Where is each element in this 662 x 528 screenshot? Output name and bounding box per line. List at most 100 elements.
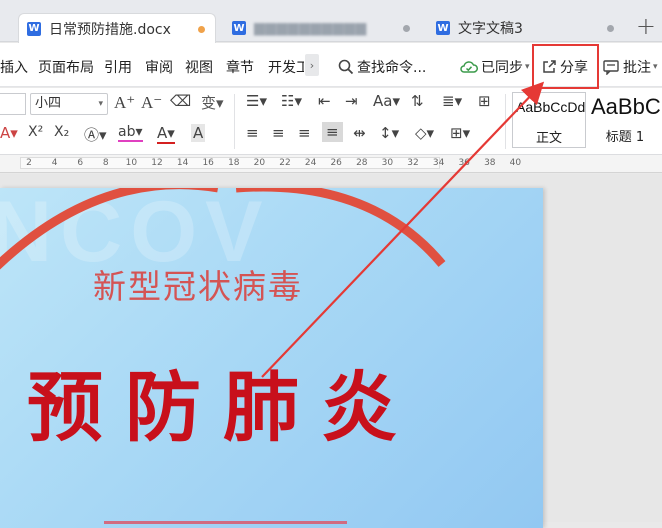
ruler-tick-label: 38 <box>484 158 496 168</box>
shrink-font-icon[interactable]: A⁻ <box>141 93 162 113</box>
doc-subtitle: 新型冠状病毒 <box>93 267 303 306</box>
sync-status[interactable]: 已同步 ▾ <box>460 57 530 77</box>
ruler-tick-label: 18 <box>228 158 240 168</box>
style-name: 标题 1 <box>605 130 645 145</box>
ruler-tick-label: 6 <box>77 158 84 168</box>
document-page[interactable]: NCOV 新型冠状病毒 预防肺炎 <box>0 188 543 528</box>
shading-fill-icon[interactable]: ◇▾ <box>415 124 434 142</box>
distributed-align-icon[interactable]: ⇹ <box>353 124 366 142</box>
style-normal[interactable]: AaBbCcDd 正文 <box>512 92 586 148</box>
subscript-icon[interactable]: X₂ <box>54 124 69 140</box>
clear-format-icon[interactable]: ⌫ <box>170 92 191 110</box>
decrease-indent-icon[interactable]: ⇤ <box>318 92 331 110</box>
font-size-select[interactable]: 小四 ▾ <box>30 93 108 115</box>
comment-icon <box>603 60 619 75</box>
writer-doc-icon: W <box>232 21 246 35</box>
style-sample-text: AaBbCcDd <box>516 99 586 115</box>
search-icon <box>338 59 354 75</box>
ruler-tick-label: 34 <box>432 158 445 168</box>
ruler-tick-label: 16 <box>202 158 214 168</box>
font-color-icon[interactable]: A▾ <box>157 124 175 144</box>
paragraph-spacing-icon[interactable]: ↕▾ <box>379 124 399 142</box>
tab-bar: W 日常预防措施.docx W ▆▆▆▆▆▆▆▆▆▆ W 文字文稿3 + <box>0 0 662 43</box>
menu-review[interactable]: 审阅 <box>145 57 173 77</box>
ruler-tick-label: 24 <box>304 158 317 168</box>
table-insert-icon[interactable]: ⊞ <box>478 92 491 110</box>
ruler-tick-label: 30 <box>381 158 394 168</box>
chevron-down-icon: ▾ <box>98 99 103 109</box>
ruler-tick-label: 14 <box>176 158 189 168</box>
writer-doc-icon: W <box>436 21 450 35</box>
ruler-tick-label: 36 <box>458 158 470 168</box>
menu-chapter[interactable]: 章节 <box>226 57 254 77</box>
document-area: NCOV 新型冠状病毒 预防肺炎 <box>0 174 662 528</box>
style-sample-text: AaBbC <box>591 94 661 119</box>
doc-title: 预防肺炎 <box>27 363 419 452</box>
search-commands-label: 查找命令... <box>357 60 427 76</box>
bullet-list-icon[interactable]: ☰▾ <box>246 92 267 110</box>
char-shading-icon[interactable]: A <box>191 124 206 142</box>
phonetic-guide-icon[interactable]: 变▾ <box>201 92 224 113</box>
ribbon-separator <box>234 94 235 149</box>
ruler-tick-label: 40 <box>509 158 522 168</box>
pink-underline-decoration <box>104 521 347 524</box>
line-spacing-icon[interactable]: ≣▾ <box>442 92 462 110</box>
justify-icon[interactable]: ≡ <box>322 122 343 142</box>
menu-view[interactable]: 视图 <box>185 57 213 77</box>
menu-references[interactable]: 引用 <box>104 57 132 77</box>
comment-button[interactable]: 批注 ▾ <box>602 57 658 77</box>
ruler-tick-label: 32 <box>407 158 419 168</box>
ruler-tick-label: 20 <box>253 158 266 168</box>
tab-label: 日常预防措施.docx <box>49 21 171 38</box>
tab-document-2[interactable]: W ▆▆▆▆▆▆▆▆▆▆ <box>224 13 420 43</box>
menu-page-layout[interactable]: 页面布局 <box>38 57 94 77</box>
font-name-combo[interactable] <box>0 93 26 115</box>
borders-icon[interactable]: ⊞▾ <box>450 124 470 142</box>
share-highlight-box <box>532 44 599 89</box>
sync-label: 已同步 <box>481 60 523 76</box>
style-heading-1[interactable]: AaBbC 标题 1 <box>588 92 662 148</box>
tab-document-active[interactable]: W 日常预防措施.docx <box>18 13 216 43</box>
text-effect-icon[interactable]: Ⓐ▾ <box>84 124 107 145</box>
chevron-down-icon: ▾ <box>653 62 658 72</box>
increase-indent-icon[interactable]: ⇥ <box>345 92 358 110</box>
ruler-tick-label: 2 <box>26 158 32 168</box>
search-commands[interactable]: 查找命令... <box>338 57 426 77</box>
tab-label-blurred: ▆▆▆▆▆▆▆▆▆▆ <box>254 20 367 36</box>
ruler-tick-label: 8 <box>102 158 109 168</box>
horizontal-ruler[interactable]: 2 4 6 8 10 12 14 16 18 20 22 24 26 28 30 32 34 36 38 40 <box>0 155 662 173</box>
tab-close-dot-icon[interactable] <box>403 25 410 32</box>
grow-font-icon[interactable]: A⁺ <box>114 93 135 113</box>
align-right-icon[interactable]: ≡ <box>298 124 311 142</box>
ribbon-separator <box>505 94 506 149</box>
highlight-color-icon[interactable]: ab▾ <box>118 124 143 142</box>
font-size-value: 小四 <box>35 96 62 111</box>
numbered-list-icon[interactable]: ☷▾ <box>281 92 302 110</box>
new-tab-plus-icon[interactable]: + <box>636 12 656 40</box>
menu-insert[interactable]: 插入 <box>0 57 28 77</box>
tab-document-3[interactable]: W 文字文稿3 <box>428 13 624 43</box>
menu-scroll-right-chevron-icon[interactable]: › <box>305 54 319 76</box>
align-left-icon[interactable]: ≡ <box>246 124 259 142</box>
menu-developer[interactable]: 开发工 <box>268 57 304 77</box>
change-case-icon[interactable]: Aa▾ <box>373 92 400 110</box>
ruler-tick-label: 4 <box>51 158 58 168</box>
tab-close-dot-icon[interactable] <box>607 25 614 32</box>
ruler-tick-label: 26 <box>330 158 342 168</box>
ruler-tick-label: 22 <box>279 158 291 168</box>
style-name: 正文 <box>535 131 562 146</box>
sort-icon[interactable]: ⇅ <box>411 92 424 110</box>
font-color-a-icon[interactable]: A▾ <box>0 124 18 142</box>
ruler-tick-label: 28 <box>356 158 368 168</box>
chevron-down-icon: ▾ <box>525 62 530 72</box>
superscript-icon[interactable]: X² <box>28 124 43 140</box>
writer-doc-icon: W <box>27 21 41 36</box>
cloud-synced-icon <box>460 61 478 73</box>
tab-label: 文字文稿3 <box>458 21 523 37</box>
comment-label: 批注 <box>623 60 651 76</box>
unsaved-dot-icon <box>198 26 205 33</box>
ribbon-toolbar: 小四 ▾ A⁺ A⁻ ⌫ 变▾ A▾ X² X₂ Ⓐ▾ ab▾ A▾ A ☰▾ … <box>0 88 662 155</box>
ruler-tick-label: 12 <box>151 158 163 168</box>
align-center-icon[interactable]: ≡ <box>272 124 285 142</box>
ruler-tick-label: 10 <box>125 158 138 168</box>
